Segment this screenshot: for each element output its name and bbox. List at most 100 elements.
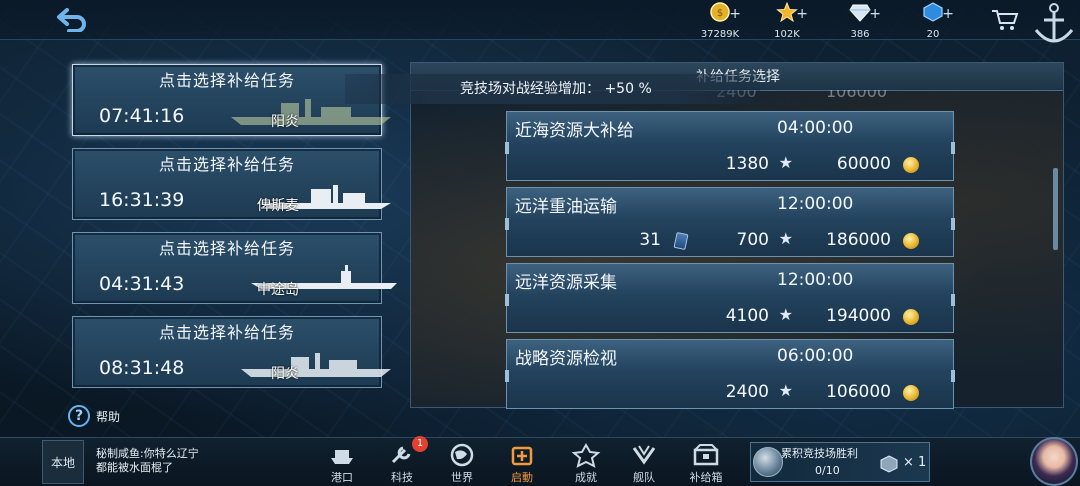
task-timer: 08:31:48 [99, 357, 185, 379]
mission-coin: 60000 [836, 154, 891, 174]
anchor-menu-button[interactable] [1030, 0, 1078, 48]
row-edge [505, 294, 509, 306]
gold-coin-icon: $ + [709, 2, 741, 22]
mission-name: 战略资源检视 [515, 349, 617, 369]
add-star-icon[interactable]: + [796, 6, 808, 22]
nav-label: 补给箱 [689, 471, 723, 484]
ship-name: 中途岛 [257, 282, 299, 298]
row-edge [951, 370, 955, 382]
mission-exp: 1380 [725, 154, 769, 174]
supply-task-card-4[interactable]: 点击选择补给任务 08:31:48 阳炎 [72, 316, 391, 388]
mission-exp: 4100 [725, 306, 769, 326]
chat-preview[interactable]: 秘制咸鱼:你特么辽宁 都能被水面棍了 [96, 447, 199, 475]
achievement-icon [571, 442, 601, 468]
exp-star-icon: ★ [778, 153, 793, 172]
star-resource[interactable]: + 102K [757, 1, 817, 41]
mission-name: 近海资源大补给 [515, 121, 634, 141]
ship-name: 阳炎 [271, 114, 299, 130]
task-title: 点击选择补给任务 [158, 155, 295, 174]
nav-achievement[interactable]: 成就 [562, 442, 610, 484]
task-timer: 04:31:43 [99, 273, 185, 295]
fleet-icon [632, 445, 656, 465]
notification-badge: 1 [412, 436, 428, 452]
diamond-icon: + [849, 2, 881, 22]
mission-duration: 06:00:00 [777, 346, 854, 366]
gold-coin-icon [903, 157, 919, 173]
task-title: 点击选择补给任务 [158, 71, 295, 90]
supply-task-card-1[interactable]: 点击选择补给任务 07:41:16 阳炎 [72, 64, 391, 136]
nav-label: 舰队 [633, 471, 655, 484]
supply-task-card-3[interactable]: 点击选择补给任务 04:31:43 中途岛 [72, 232, 397, 304]
nav-launch[interactable]: 启動 [498, 442, 546, 484]
row-edge [951, 218, 955, 230]
blue-gem-icon: + [922, 2, 954, 22]
ship-name: 俾斯麦 [257, 198, 299, 214]
exp-star-icon: ★ [778, 305, 793, 324]
help-button[interactable]: ? 帮助 [68, 405, 120, 427]
player-avatar[interactable] [1030, 437, 1078, 486]
nav-label: 科技 [391, 471, 413, 484]
svg-text:$: $ [717, 8, 723, 19]
shop-cart-button[interactable] [990, 8, 1020, 32]
row-edge [505, 218, 509, 230]
add-gold-icon[interactable]: + [729, 6, 741, 22]
gold-value: 37289K [700, 29, 740, 40]
gold-resource[interactable]: $ + 37289K [690, 2, 750, 41]
mission-row[interactable]: 近海资源大补给 04:00:00 1380 ★ 60000 [505, 111, 955, 181]
star-icon: + [776, 1, 808, 23]
back-arrow-icon [57, 8, 86, 32]
mission-exp: 2400 [725, 382, 769, 402]
mission-ticket: 31 [639, 230, 661, 250]
mission-coin: 186000 [826, 230, 891, 250]
row-edge [505, 370, 509, 382]
mission-name: 远洋重油运输 [515, 197, 617, 217]
diamond-resource[interactable]: + 386 [830, 2, 890, 41]
arena-title: 累积竞技场胜利 [781, 447, 858, 460]
add-gem-icon[interactable]: + [942, 6, 954, 22]
panel-scrollbar[interactable] [1053, 168, 1058, 250]
partial-coin: 106000 [826, 90, 888, 101]
anchor-icon [1034, 3, 1074, 43]
mission-row[interactable]: 战略资源检视 06:00:00 2400 ★ 106000 [505, 339, 955, 409]
mission-row[interactable]: 远洋重油运输 12:00:00 31 700 ★ 186000 [505, 187, 955, 257]
mission-duration: 04:00:00 [777, 118, 854, 138]
arena-orb-icon [753, 447, 783, 477]
local-chat-channel-button[interactable]: 本地 [42, 440, 84, 484]
task-title: 点击选择补给任务 [158, 239, 295, 258]
nav-supply-box[interactable]: 补给箱 [682, 442, 730, 484]
ship-silhouette-icon [241, 353, 391, 377]
supply-box-icon [693, 444, 719, 466]
add-diamond-icon[interactable]: + [869, 6, 881, 22]
task-timer: 07:41:16 [99, 105, 185, 127]
back-button[interactable] [52, 4, 92, 34]
mission-coin: 194000 [826, 306, 891, 326]
arena-progress: 0/10 [815, 464, 840, 477]
row-edge [951, 294, 955, 306]
help-label: 帮助 [96, 409, 121, 424]
nav-label: 世界 [451, 471, 473, 484]
arena-reward-count: × 1 [903, 455, 927, 470]
star-value: 102K [774, 29, 800, 40]
help-icon: ? [68, 405, 90, 427]
globe-icon [450, 443, 474, 467]
supply-task-card-2[interactable]: 点击选择补给任务 16:31:39 俾斯麦 [72, 148, 391, 220]
mission-duration: 12:00:00 [777, 270, 854, 290]
ship-name: 阳炎 [271, 366, 299, 382]
ship-silhouette-icon [261, 185, 391, 209]
exp-star-icon: ★ [778, 381, 793, 400]
nav-label: 成就 [575, 471, 597, 484]
mission-exp: 700 [736, 230, 769, 250]
chat-message-line: 秘制咸鱼:你特么辽宁 [96, 447, 199, 460]
nav-port[interactable]: 港口 [318, 442, 366, 484]
exp-star-icon: ★ [778, 229, 793, 248]
nav-fleet[interactable]: 舰队 [620, 442, 668, 484]
port-icon [331, 450, 353, 464]
arena-victory-tracker[interactable]: 累积竞技场胜利 0/10 × 1 [750, 442, 930, 482]
nav-world[interactable]: 世界 [438, 442, 486, 484]
task-title: 点击选择补给任务 [158, 323, 295, 342]
gold-coin-icon [903, 385, 919, 401]
gold-coin-icon [903, 309, 919, 325]
row-edge [951, 142, 955, 154]
gem-resource[interactable]: + 20 [903, 2, 963, 41]
mission-row[interactable]: 远洋资源采集 12:00:00 4100 ★ 194000 [505, 263, 955, 333]
